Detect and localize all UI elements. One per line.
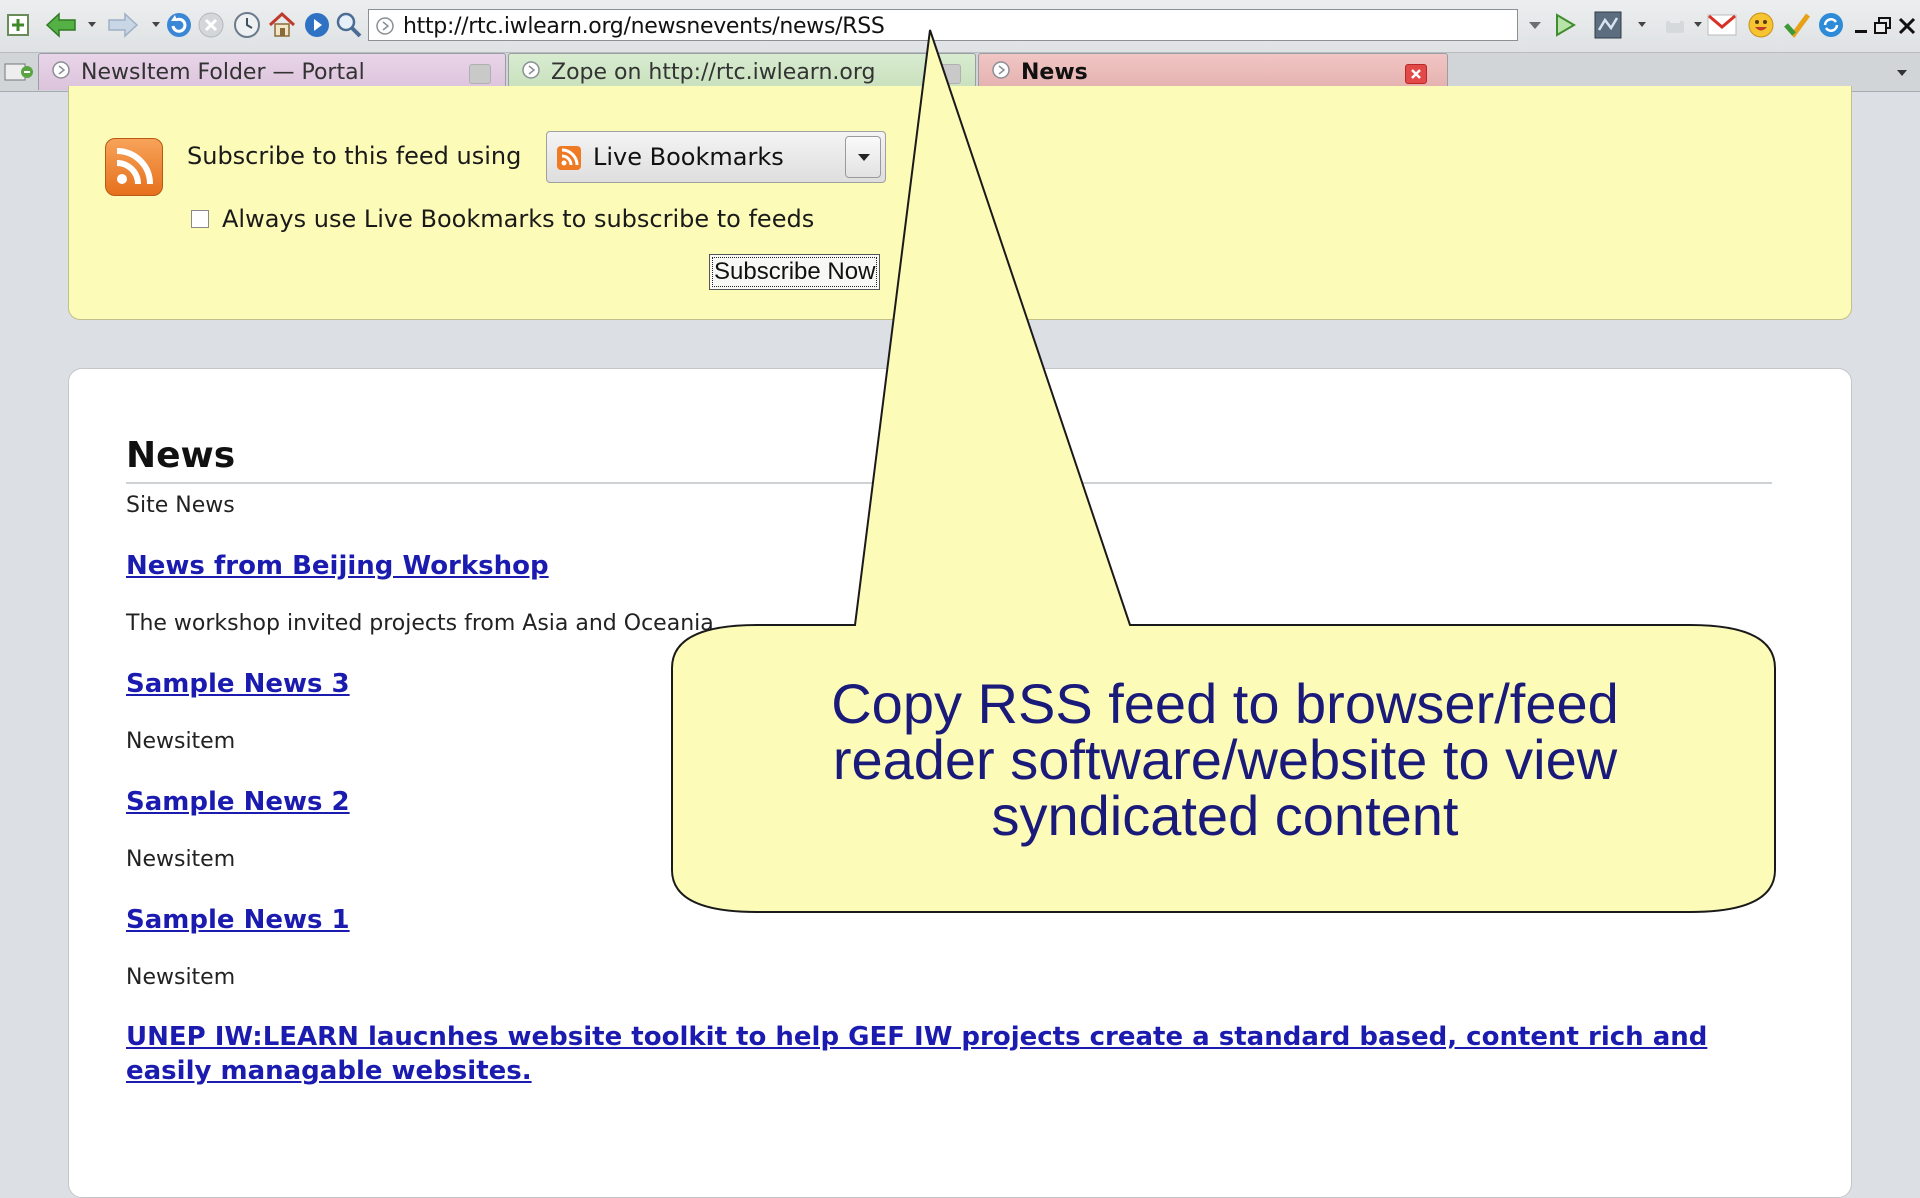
address-dropdown-button[interactable] [1522, 10, 1548, 40]
news-item-link[interactable]: Sample News 1 [126, 903, 1776, 937]
tab-overflow-icon[interactable] [1892, 63, 1912, 85]
tab-close-icon[interactable] [1405, 64, 1427, 84]
always-use-checkbox[interactable] [191, 210, 209, 228]
go-circle-icon[interactable] [302, 10, 332, 40]
page-title: News [126, 435, 236, 476]
go-arrow-icon[interactable] [1552, 10, 1578, 40]
tab-page-icon [991, 60, 1011, 84]
address-bar[interactable]: http://rtc.iwlearn.org/newsnevents/news/… [368, 9, 1518, 41]
feed-description: Site News [126, 493, 235, 518]
forward-history-dropdown-icon[interactable] [152, 22, 160, 27]
sync-icon[interactable] [1816, 10, 1846, 40]
close-window-icon[interactable] [1896, 10, 1918, 40]
news-item-description: Newsitem [126, 729, 236, 754]
news-item-description: The workshop invited projects from Asia … [126, 611, 714, 636]
checkmark-icon[interactable] [1782, 10, 1812, 40]
print-dropdown-icon[interactable] [1694, 22, 1702, 27]
news-item-description: Newsitem [126, 847, 236, 872]
rss-feed-icon [105, 138, 163, 196]
tab-news[interactable]: News [978, 53, 1448, 90]
disabled-print-icon[interactable] [1660, 10, 1690, 40]
callout-text: Copy RSS feed to browser/feed reader sof… [700, 676, 1750, 844]
tab-zope[interactable]: Zope on http://rtc.iwlearn.org [508, 53, 976, 90]
minimize-icon[interactable] [1852, 10, 1870, 40]
title-divider [126, 482, 1772, 484]
back-history-dropdown-icon[interactable] [88, 22, 96, 27]
stop-icon[interactable] [196, 10, 226, 40]
navigation-toolbar: http://rtc.iwlearn.org/newsnevents/news/… [0, 0, 1920, 53]
feed-reader-select[interactable]: Live Bookmarks [546, 131, 886, 183]
live-bookmarks-rss-icon [557, 146, 581, 170]
news-item-description: Newsitem [126, 965, 236, 990]
tab-close-icon[interactable] [469, 64, 491, 84]
news-item-link[interactable]: UNEP IW:LEARN laucnhes website toolkit t… [126, 1020, 1776, 1088]
history-clock-icon[interactable] [232, 10, 262, 40]
tab-page-icon [521, 60, 541, 84]
back-icon[interactable] [44, 10, 78, 40]
feed-subscribe-box: Subscribe to this feed using Live Bookma… [68, 86, 1852, 320]
page-globe-icon [375, 16, 395, 40]
subscribe-label: Subscribe to this feed using [187, 142, 522, 170]
tab-label: News [1021, 59, 1088, 85]
chevron-down-icon[interactable] [845, 136, 881, 178]
tab-label: Zope on http://rtc.iwlearn.org [551, 59, 876, 85]
news-item-link[interactable]: News from Beijing Workshop [126, 549, 1776, 583]
callout-line: reader software/website to view [832, 728, 1618, 791]
new-tab-icon[interactable] [4, 10, 32, 40]
subscribe-now-button[interactable]: Subscribe Now [709, 254, 881, 290]
callout-line: Copy RSS feed to browser/feed [831, 672, 1619, 735]
callout-line: syndicated content [991, 784, 1459, 847]
tab-close-icon[interactable] [939, 64, 961, 84]
reload-icon[interactable] [164, 10, 194, 40]
home-icon[interactable] [266, 10, 298, 40]
extension-icon[interactable] [1592, 10, 1624, 40]
address-text[interactable]: http://rtc.iwlearn.org/newsnevents/news/… [403, 14, 885, 39]
tab-list-icon[interactable] [4, 61, 34, 87]
extension-dropdown-icon[interactable] [1638, 22, 1646, 27]
tab-label: NewsItem Folder — Portal [81, 59, 365, 85]
forward-icon[interactable] [106, 10, 140, 40]
gmail-icon[interactable] [1706, 10, 1738, 40]
always-use-label: Always use Live Bookmarks to subscribe t… [222, 205, 815, 233]
search-icon[interactable] [334, 10, 364, 40]
smiley-icon[interactable] [1746, 10, 1776, 40]
feed-reader-selected: Live Bookmarks [593, 143, 784, 171]
tab-page-icon [51, 60, 71, 84]
restore-icon[interactable] [1872, 10, 1894, 40]
tab-newsitem-folder[interactable]: NewsItem Folder — Portal [38, 53, 506, 90]
